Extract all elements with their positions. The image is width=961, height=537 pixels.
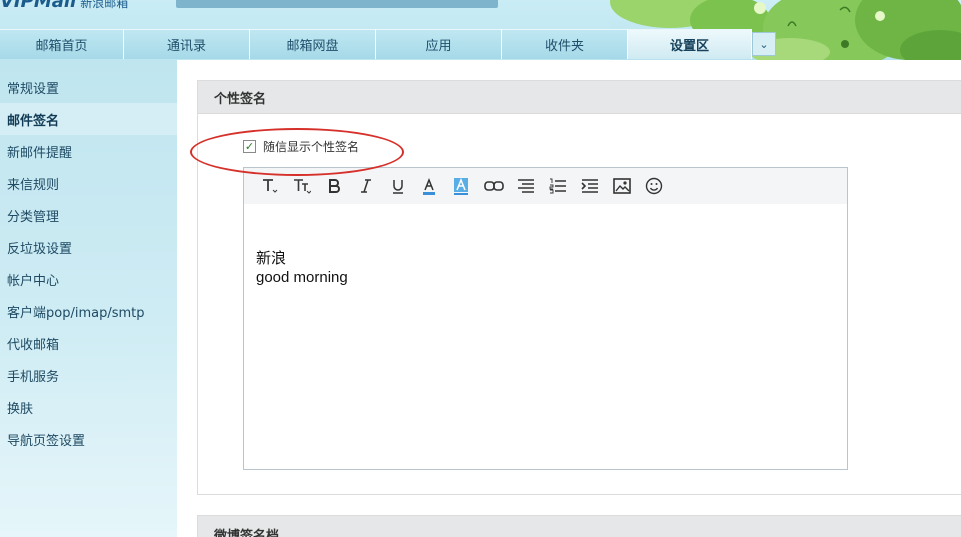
sidebar-item-nav-tabs[interactable]: 导航页签设置 — [0, 423, 177, 455]
sidebar-item-client-pop[interactable]: 客户端pop/imap/smtp — [0, 295, 177, 327]
section-title-signature: 个性签名 — [198, 81, 961, 114]
show-signature-option[interactable]: ✓ 随信显示个性签名 — [243, 138, 359, 155]
sidebar-item-category[interactable]: 分类管理 — [0, 199, 177, 231]
tab-settings[interactable]: 设置区 — [628, 29, 752, 59]
sidebar-item-mail-collect[interactable]: 代收邮箱 — [0, 327, 177, 359]
align-icon[interactable] — [510, 168, 542, 204]
logo-text: VIPMail — [0, 0, 77, 12]
sidebar-item-mail-rules[interactable]: 来信规则 — [0, 167, 177, 199]
signature-editor[interactable]: 新浪 good morning — [243, 167, 848, 470]
bold-icon[interactable] — [318, 168, 350, 204]
logo[interactable]: VIPMail 新浪邮箱 — [0, 0, 129, 12]
highlight-color-icon[interactable] — [446, 168, 478, 204]
sidebar-item-general[interactable]: 常规设置 — [0, 71, 177, 103]
header: VIPMail 新浪邮箱 邮箱首页 通讯录 邮箱网盘 应用 收件夹 设置区 ⌄ — [0, 0, 961, 60]
weibo-signature-panel: 微博签名档 — [197, 515, 961, 537]
editor-toolbar — [244, 168, 847, 204]
tab-apps[interactable]: 应用 — [376, 29, 502, 59]
sidebar-item-account-center[interactable]: 帐户中心 — [0, 263, 177, 295]
underline-icon[interactable] — [382, 168, 414, 204]
indent-icon[interactable] — [574, 168, 606, 204]
chevron-down-icon[interactable]: ⌄ — [752, 32, 776, 56]
sidebar-item-mobile[interactable]: 手机服务 — [0, 359, 177, 391]
sidebar-item-anti-spam[interactable]: 反垃圾设置 — [0, 231, 177, 263]
signature-text[interactable]: 新浪 good morning — [256, 249, 348, 287]
font-family-icon[interactable] — [254, 168, 286, 204]
section-title-weibo-signature: 微博签名档 — [214, 529, 280, 537]
tab-mailbox-home[interactable]: 邮箱首页 — [0, 29, 124, 59]
italic-icon[interactable] — [350, 168, 382, 204]
top-search-bar[interactable] — [176, 0, 498, 8]
main-content: 个性签名 ✓ 随信显示个性签名 新浪 good morning 微博签名档 — [177, 60, 961, 537]
show-signature-checkbox[interactable]: ✓ — [243, 140, 256, 153]
show-signature-label: 随信显示个性签名 — [263, 140, 360, 154]
tab-contacts[interactable]: 通讯录 — [124, 29, 250, 59]
main-nav: 邮箱首页 通讯录 邮箱网盘 应用 收件夹 设置区 ⌄ — [0, 29, 776, 59]
tab-inbox-folder[interactable]: 收件夹 — [502, 29, 628, 59]
signature-line-1: 新浪 — [256, 250, 287, 267]
sidebar-item-skin[interactable]: 换肤 — [0, 391, 177, 423]
font-color-icon[interactable] — [414, 168, 446, 204]
insert-image-icon[interactable] — [606, 168, 638, 204]
signature-panel: 个性签名 ✓ 随信显示个性签名 新浪 good morning — [197, 80, 961, 495]
link-icon[interactable] — [478, 168, 510, 204]
tab-cloud-drive[interactable]: 邮箱网盘 — [250, 29, 376, 59]
sidebar-item-new-mail-alert[interactable]: 新邮件提醒 — [0, 135, 177, 167]
ordered-list-icon[interactable] — [542, 168, 574, 204]
logo-subtitle: 新浪邮箱 — [80, 0, 129, 10]
settings-sidebar: 常规设置 邮件签名 新邮件提醒 来信规则 分类管理 反垃圾设置 帐户中心 客户端… — [0, 60, 177, 537]
emoji-icon[interactable] — [638, 168, 670, 204]
sidebar-item-signature[interactable]: 邮件签名 — [0, 103, 177, 135]
font-size-icon[interactable] — [286, 168, 318, 204]
signature-line-2: good morning — [256, 269, 348, 286]
